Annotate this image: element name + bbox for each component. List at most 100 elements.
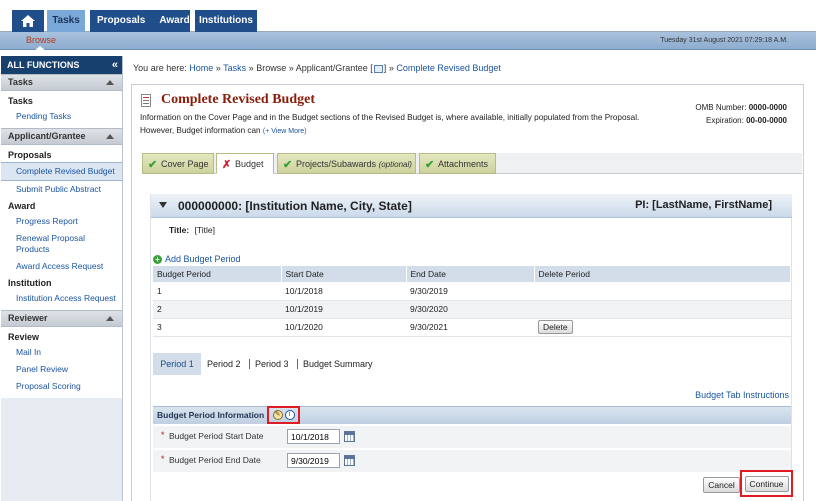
period-tabs: Period 1 Period 2 Period 3 Budget Summar…	[153, 353, 791, 375]
tab-divider	[297, 359, 298, 369]
tab-cover-page[interactable]: ✔ Cover Page	[142, 153, 214, 174]
delete-cell	[534, 300, 791, 319]
sidebar-group-body: Review Mail In Panel Review Proposal Sco…	[1, 327, 122, 398]
tab-label: Attachments	[438, 159, 489, 169]
add-budget-period-label: Add Budget Period	[165, 254, 241, 264]
sub-navigation: Browse Tuesday 31st August 2021 07:29:18…	[0, 32, 816, 51]
sidebar-title: ALL FUNCTIONS «	[1, 56, 122, 74]
sidebar-group-label: Applicant/Grantee	[8, 131, 86, 141]
table-row: 2 10/1/2019 9/30/2020	[153, 300, 791, 319]
breadcrumb-separator: »	[215, 63, 221, 73]
sidebar-section-title: Tasks	[8, 96, 33, 106]
end-date-input[interactable]	[287, 453, 340, 468]
tab-period-3[interactable]: Period 3	[255, 353, 289, 375]
info-icon[interactable]: i	[284, 410, 295, 420]
sidebar-item-progress-report[interactable]: Progress Report	[1, 213, 122, 230]
omb-expiration: Expiration: 00-00-0000	[695, 114, 787, 127]
sidebar-item-complete-revised-budget[interactable]: Complete Revised Budget	[1, 162, 122, 181]
tab-period-2[interactable]: Period 2	[207, 353, 241, 375]
exp-value: 00-00-0000	[746, 116, 787, 125]
end-date-label: Budget Period End Date	[169, 455, 261, 465]
add-budget-period-link[interactable]: + Add Budget Period	[153, 254, 241, 265]
start-date-cell: 10/1/2019	[281, 300, 406, 319]
view-more-link[interactable]: (+ View More)	[263, 128, 307, 135]
tab-optional-note: (optional)	[378, 160, 412, 169]
breadcrumb-separator: »	[248, 63, 254, 73]
sidebar-group-body: Tasks Pending Tasks	[1, 91, 122, 128]
breadcrumb-browse: Browse	[256, 63, 287, 73]
breadcrumb-home[interactable]: Home	[189, 63, 213, 73]
sidebar-item-submit-public-abstract[interactable]: Submit Public Abstract	[1, 181, 122, 198]
start-date-cell: 10/1/2020	[281, 318, 406, 337]
page-description-text: Information on the Cover Page and in the…	[140, 113, 640, 135]
calendar-icon[interactable]	[344, 431, 355, 442]
continue-button[interactable]: Continue	[744, 475, 789, 492]
tab-budget-summary[interactable]: Budget Summary	[303, 353, 373, 375]
tab-tasks[interactable]: Tasks	[47, 10, 85, 32]
tab-period-1[interactable]: Period 1	[153, 353, 201, 375]
end-date-row: * Budget Period End Date	[153, 450, 791, 472]
sidebar-item-renewal-proposal-products[interactable]: Renewal Proposal Products	[1, 230, 122, 258]
end-date-cell: 9/30/2021	[406, 318, 534, 337]
proposal-title-row: Title: [Title]	[169, 225, 215, 235]
sidebar-item-pending-tasks[interactable]: Pending Tasks	[1, 108, 122, 125]
sidebar-item-mail-in[interactable]: Mail In	[1, 344, 122, 361]
tab-attachments[interactable]: ✔ Attachments	[419, 153, 496, 174]
page-title: Complete Revised Budget	[161, 92, 315, 107]
calendar-icon[interactable]	[344, 455, 355, 466]
home-button[interactable]	[12, 10, 44, 32]
highlighted-icons: ✎ i	[267, 406, 300, 424]
plus-icon: +	[153, 255, 162, 265]
column-header: Delete Period	[534, 266, 791, 282]
top-navigation: Tasks Proposals Awards Institutions	[0, 0, 816, 32]
checkmark-icon: ✔	[425, 159, 435, 171]
checkmark-icon: ✔	[283, 159, 293, 171]
budget-tab-instructions-link[interactable]: Budget Tab Instructions	[695, 390, 789, 400]
omb-number: OMB Number: 0000-0000	[695, 101, 787, 114]
tab-proposals[interactable]: Proposals	[90, 10, 152, 32]
sidebar-group-tasks[interactable]: Tasks	[1, 74, 122, 91]
breadcrumb-bracket: ]	[383, 63, 387, 73]
sidebar-item-award-access-request[interactable]: Award Access Request	[1, 258, 122, 275]
institution-name: 000000000: [Institution Name, City, Stat…	[178, 199, 412, 213]
tab-budget[interactable]: ✗ Budget	[216, 153, 274, 174]
delete-period-button[interactable]: Delete	[538, 320, 573, 334]
tab-group-proposals-awards: Proposals Awards	[90, 10, 195, 32]
tab-projects-subawards[interactable]: ✔ Projects/Subawards (optional)	[277, 153, 416, 174]
document-icon	[141, 94, 151, 107]
column-header: End Date	[406, 266, 535, 282]
breadcrumb-separator: »	[288, 63, 294, 73]
table-row: 1 10/1/2018 9/30/2019	[153, 282, 791, 301]
section-title: Budget Period Information	[157, 410, 265, 420]
collapse-triangle-icon[interactable]	[159, 202, 167, 208]
period-cell: 1	[153, 282, 281, 301]
institution-header[interactable]: 000000000: [Institution Name, City, Stat…	[151, 194, 792, 218]
tab-institutions[interactable]: Institutions	[195, 10, 257, 32]
collapse-sidebar-icon[interactable]: «	[112, 56, 118, 74]
sidebar-item-proposal-scoring[interactable]: Proposal Scoring	[1, 378, 122, 395]
breadcrumb-tasks[interactable]: Tasks	[223, 63, 246, 73]
sidebar-item-panel-review[interactable]: Panel Review	[1, 361, 122, 378]
calendar-icon[interactable]	[373, 64, 383, 73]
breadcrumb-applicant: Applicant/Grantee [	[295, 63, 373, 73]
checkmark-icon: ✔	[148, 159, 158, 171]
sidebar-group-reviewer[interactable]: Reviewer	[1, 310, 122, 327]
table-header-row: Budget Period Start Date End Date Delete…	[153, 266, 791, 282]
period-cell: 3	[153, 318, 281, 337]
main-panel: Complete Revised Budget Information on t…	[131, 84, 804, 501]
sidebar-item-institution-access-request[interactable]: Institution Access Request	[1, 290, 122, 307]
page-description: Information on the Cover Page and in the…	[140, 112, 675, 138]
active-caret	[34, 46, 46, 51]
home-icon	[21, 15, 35, 27]
browse-link[interactable]: Browse	[26, 35, 56, 45]
start-date-input[interactable]	[287, 429, 340, 444]
sidebar-group-applicant[interactable]: Applicant/Grantee	[1, 128, 122, 145]
breadcrumb: You are here: Home » Tasks » Browse » Ap…	[133, 63, 501, 73]
edit-icon[interactable]: ✎	[272, 410, 283, 420]
start-date-label: Budget Period Start Date	[169, 431, 264, 441]
tab-label: Projects/Subawards	[296, 159, 377, 169]
breadcrumb-current[interactable]: Complete Revised Budget	[396, 63, 501, 73]
cancel-button[interactable]: Cancel	[703, 477, 740, 493]
tab-label: Cover Page	[161, 159, 209, 169]
sidebar-group-body: Proposals Complete Revised Budget Submit…	[1, 145, 122, 310]
